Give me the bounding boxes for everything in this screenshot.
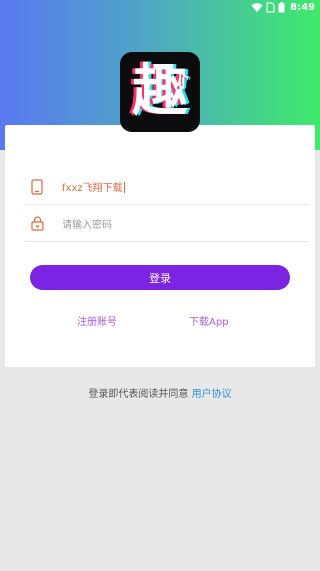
wifi-icon [251, 2, 263, 13]
phone-icon [27, 177, 47, 197]
login-button[interactable]: 登录 [30, 265, 290, 290]
download-app-link[interactable]: 下载App [189, 313, 229, 328]
agreement-label: 登录即代表阅读并同意 [88, 389, 192, 400]
password-input[interactable]: 请输入密码 [62, 216, 112, 231]
app-logo: 趣 ♪ [120, 52, 200, 132]
status-bar: 8:49 [0, 0, 320, 15]
password-field[interactable]: 请输入密码 [25, 206, 309, 242]
music-note-icon: ♪ [177, 70, 190, 94]
lock-icon [27, 214, 47, 234]
phone-input[interactable]: fxxz飞翔下载 [62, 179, 125, 194]
phone-field[interactable]: fxxz飞翔下载 [25, 169, 309, 205]
register-link[interactable]: 注册账号 [77, 313, 117, 328]
status-time: 8:49 [290, 2, 315, 13]
user-agreement-link[interactable]: 用户协议 [192, 389, 232, 400]
sim-icon [266, 2, 275, 13]
battery-icon [278, 2, 285, 13]
login-screen: 8:49 趣 ♪ fxxz飞翔下载 请输入密码 登录 注册账号 下载App 登录… [0, 0, 320, 571]
agreement-text: 登录即代表阅读并同意 用户协议 [0, 385, 320, 400]
login-card: fxxz飞翔下载 请输入密码 登录 注册账号 下载App [5, 125, 315, 367]
